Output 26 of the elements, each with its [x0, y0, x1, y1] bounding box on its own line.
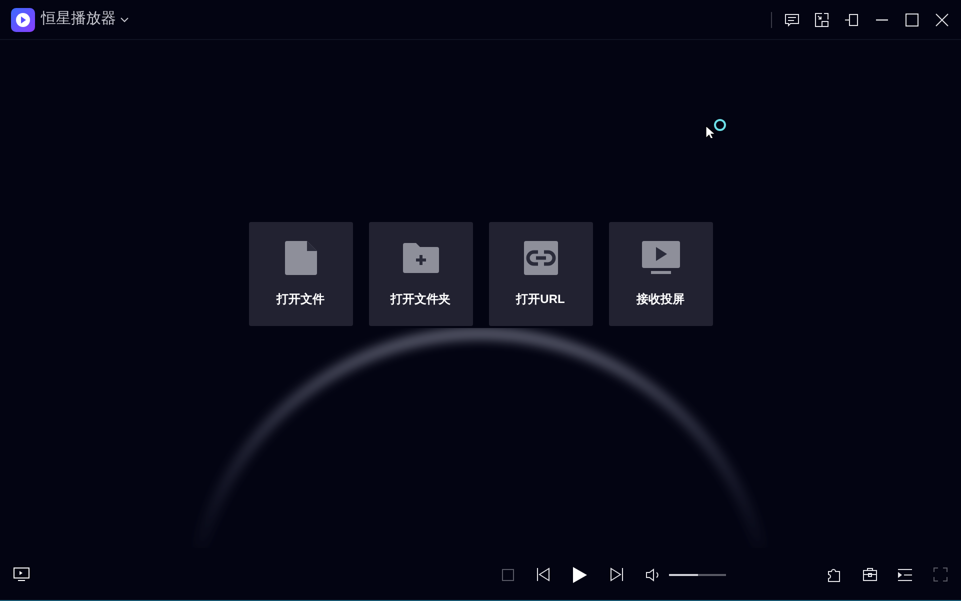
chevron-down-icon — [120, 16, 129, 22]
link-icon — [522, 240, 558, 276]
document-icon — [282, 240, 318, 276]
toolbox-button[interactable] — [862, 566, 878, 582]
action-card[interactable]: 打开文件 — [248, 222, 352, 326]
previous-button[interactable] — [535, 566, 551, 582]
app-logo-icon — [11, 8, 35, 32]
maximize-button[interactable] — [904, 12, 920, 28]
dash-icon — [876, 18, 888, 20]
next-button[interactable] — [609, 566, 625, 582]
screen-play-icon — [640, 240, 680, 276]
action-card[interactable]: 打开URL — [488, 222, 592, 326]
playlist-screen-button[interactable] — [13, 566, 30, 582]
close-button[interactable] — [934, 12, 950, 28]
loading-cursor-icon — [705, 118, 727, 138]
app-menu-button[interactable]: 恒星播放器 — [41, 8, 129, 31]
action-card[interactable]: 接收投屏 — [608, 222, 712, 326]
mini-mode-button[interactable] — [814, 12, 830, 28]
plugin-button[interactable] — [827, 566, 843, 582]
play-button[interactable] — [571, 566, 589, 584]
folder-plus-icon — [402, 240, 440, 276]
playlist-button[interactable] — [897, 566, 913, 582]
volume-button[interactable] — [645, 566, 661, 582]
pin-button[interactable] — [844, 12, 860, 28]
feedback-button[interactable] — [784, 12, 800, 28]
action-card[interactable]: 打开文件夹 — [368, 222, 472, 326]
